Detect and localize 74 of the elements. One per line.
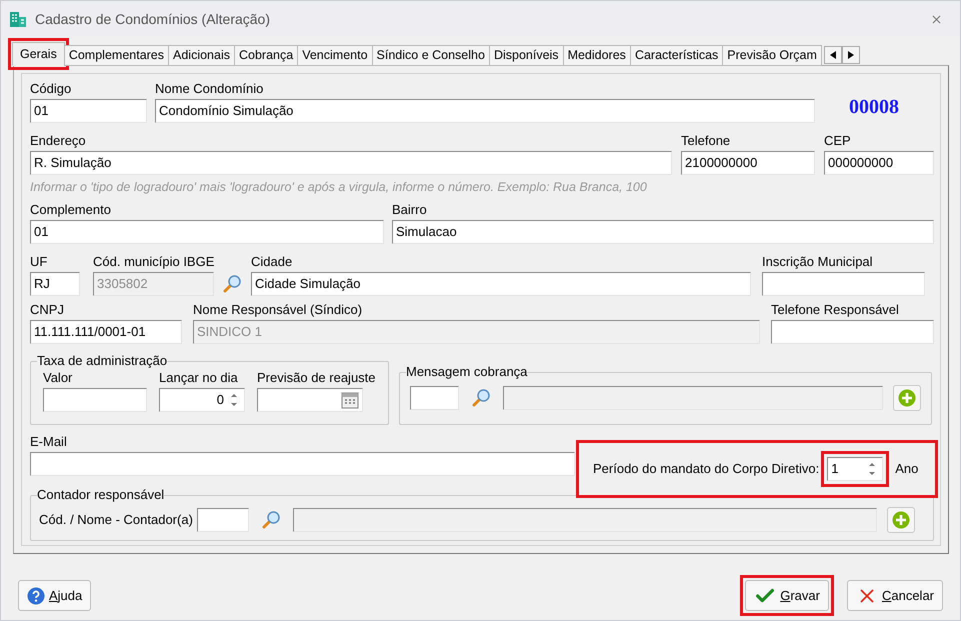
- input-field[interactable]: Condomínio Simulação: [155, 99, 815, 123]
- input-field[interactable]: Simulacao: [392, 220, 934, 244]
- field-label: Nome Responsável (Síndico): [193, 300, 364, 319]
- search-icon[interactable]: [222, 274, 242, 294]
- tab[interactable]: Síndico e Conselho: [372, 45, 490, 66]
- field-label: Inscrição Municipal: [762, 252, 874, 271]
- address-hint: Informar o 'tipo de logradouro' mais 'logradouro' e após a virgula, informe o número. Exemplo: Rua Branca, 100: [30, 179, 648, 196]
- tab[interactable]: Cobrança: [234, 45, 298, 66]
- input-field[interactable]: R. Simulação: [30, 151, 672, 175]
- cancel-button[interactable]: Cancelar: [846, 580, 943, 611]
- field-label: Cód. município IBGE: [93, 252, 216, 271]
- input-field[interactable]: 2100000000: [681, 151, 815, 175]
- field-label: Cidade: [251, 252, 294, 271]
- input-field[interactable]: [762, 272, 925, 296]
- field-label: CNPJ: [30, 300, 65, 319]
- field-label: UF: [30, 252, 48, 271]
- field-label: Telefone: [681, 132, 732, 150]
- left-triangle-icon: [830, 51, 836, 59]
- tab[interactable]: Medidores: [562, 45, 631, 66]
- field-label: Previsão de reajuste: [257, 368, 376, 387]
- tab[interactable]: Previsão Orçam: [722, 45, 822, 66]
- input-field[interactable]: 01: [30, 99, 147, 123]
- save-button[interactable]: Gravar: [745, 580, 829, 611]
- field-label: Telefone Responsável: [771, 300, 900, 319]
- field-label: Bairro: [392, 200, 428, 219]
- field-label: Complemento: [30, 200, 112, 219]
- number-spinner[interactable]: 1: [827, 457, 884, 481]
- field-label: Código: [30, 80, 72, 98]
- record-number: 00008: [849, 95, 899, 120]
- help-icon: [27, 586, 45, 604]
- field-label: Lançar no dia: [159, 368, 239, 387]
- field-label: Endereço: [30, 132, 87, 150]
- tab[interactable]: Complementares: [64, 45, 170, 66]
- unit-label: Ano: [895, 460, 918, 478]
- date-field[interactable]: [257, 388, 363, 412]
- input-field[interactable]: [196, 508, 249, 532]
- spinner-value: 0: [216, 391, 224, 409]
- help-button[interactable]: Ajuda: [18, 580, 92, 611]
- input-field[interactable]: [771, 320, 934, 344]
- search-icon[interactable]: [260, 510, 281, 530]
- plus-icon: [898, 389, 916, 408]
- right-triangle-icon: [848, 51, 854, 59]
- input-field[interactable]: [503, 386, 883, 410]
- add-button[interactable]: [886, 506, 915, 533]
- field-label: Cód. / Nome - Contador(a): [39, 511, 193, 529]
- email-field[interactable]: [30, 452, 575, 476]
- number-spinner[interactable]: 0: [159, 388, 245, 412]
- search-icon[interactable]: [471, 388, 492, 408]
- field-label: Nome Condomínio: [155, 80, 264, 98]
- add-button[interactable]: [893, 385, 921, 412]
- field-label: E-Mail: [30, 432, 68, 451]
- input-field[interactable]: [43, 388, 147, 412]
- spinner-value: 1: [831, 460, 838, 478]
- tab[interactable]: Adicionais: [168, 45, 235, 66]
- window-title: Cadastro de Condomínios (Alteração): [35, 10, 270, 29]
- input-field[interactable]: Cidade Simulação: [251, 272, 751, 296]
- input-field[interactable]: RJ: [30, 272, 80, 296]
- calendar-icon[interactable]: [341, 390, 359, 409]
- building-icon: [9, 10, 27, 28]
- tab[interactable]: Vencimento: [297, 45, 373, 66]
- plus-icon: [892, 510, 910, 529]
- input-field[interactable]: 11.111.111/0001-01: [30, 320, 182, 344]
- tab[interactable]: Disponíveis: [488, 45, 564, 66]
- field-label: Valor: [43, 368, 74, 387]
- input-field[interactable]: 000000000: [824, 151, 934, 175]
- input-field[interactable]: [292, 508, 877, 532]
- field-label: Período do mandato do Corpo Diretivo:: [593, 460, 820, 478]
- tab-scroll-left-button[interactable]: [824, 46, 842, 64]
- tab-scroll-right-button[interactable]: [842, 46, 860, 64]
- close-icon[interactable]: [930, 12, 943, 26]
- field-label: CEP: [824, 132, 852, 150]
- input-field[interactable]: [410, 386, 460, 410]
- tab[interactable]: Características: [630, 45, 724, 66]
- input-field[interactable]: 01: [30, 220, 384, 244]
